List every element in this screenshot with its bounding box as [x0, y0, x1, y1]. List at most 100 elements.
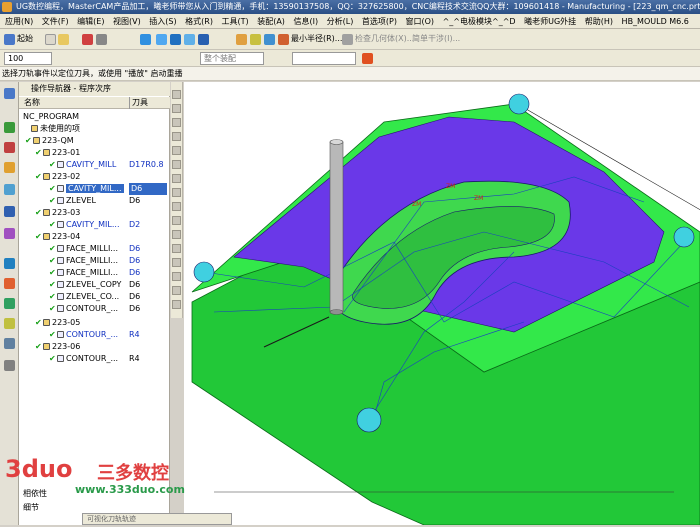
- cube-view-icon[interactable]: [156, 34, 167, 45]
- menu-hb-mould[interactable]: HB_MOULD M6.6: [619, 14, 692, 28]
- measure-icon[interactable]: [250, 34, 261, 45]
- name-column-header[interactable]: 名称: [24, 97, 40, 109]
- tree-node-group[interactable]: ✔ 223-05: [35, 317, 80, 329]
- corner-hole: [673, 226, 695, 248]
- tool-icon[interactable]: [172, 118, 181, 127]
- menu-format[interactable]: 格式(R): [182, 14, 216, 28]
- filter-select[interactable]: [292, 52, 356, 65]
- graphics-window[interactable]: ZM ZM ZM: [184, 82, 700, 526]
- tree-node-operation[interactable]: ✔ CAVITY_MILL: [49, 159, 116, 171]
- radius-icon[interactable]: [278, 34, 289, 45]
- tool-column-header[interactable]: 刀具: [129, 97, 148, 109]
- menu-insert[interactable]: 插入(S): [146, 14, 179, 28]
- tree-node-root[interactable]: NC_PROGRAM: [23, 111, 79, 123]
- tree-label: CONTOUR_...: [66, 304, 119, 313]
- tool-icon[interactable]: [172, 258, 181, 267]
- menu-file[interactable]: 文件(F): [39, 14, 72, 28]
- menu-edit[interactable]: 编辑(E): [74, 14, 107, 28]
- tool-icon[interactable]: [172, 272, 181, 281]
- assembly-scope-select[interactable]: 整个装配: [200, 52, 264, 65]
- details-panel-label[interactable]: 细节: [23, 502, 39, 513]
- tree-node-group[interactable]: ✔ 223-04: [35, 231, 80, 243]
- navigator-header: 名称 刀具: [19, 97, 170, 109]
- history-tab-icon[interactable]: [4, 228, 15, 239]
- menu-info[interactable]: 信息(I): [290, 14, 321, 28]
- tree-node-operation[interactable]: ✔ CONTOUR_...: [49, 303, 118, 315]
- undo-icon[interactable]: [82, 34, 93, 45]
- tree-node-group[interactable]: ✔ 223-01: [35, 147, 80, 159]
- part-navigator-tab-icon[interactable]: [4, 206, 15, 217]
- cut-icon[interactable]: [96, 34, 107, 45]
- tree-node-group[interactable]: ✔ 223-03: [35, 207, 80, 219]
- tool-icon[interactable]: [172, 160, 181, 169]
- analyze-icon[interactable]: [264, 34, 275, 45]
- check-geometry-icon[interactable]: [342, 34, 353, 45]
- geometry-tab-icon[interactable]: [4, 142, 15, 153]
- menu-tools[interactable]: 工具(T): [219, 14, 252, 28]
- tree-node-operation[interactable]: ✔ ZLEVEL_COPY: [49, 279, 121, 291]
- menu-electrode[interactable]: ^_^电极模块^_^D: [440, 14, 519, 28]
- snap-point-icon[interactable]: [362, 53, 373, 64]
- operation-icon: [57, 257, 64, 264]
- tool-icon[interactable]: [172, 300, 181, 309]
- start-button[interactable]: 起始: [17, 32, 33, 46]
- menu-help[interactable]: 帮助(H): [582, 14, 616, 28]
- method-tab-icon[interactable]: [4, 162, 15, 173]
- operation-navigator-tab-icon[interactable]: [4, 88, 15, 99]
- value-input[interactable]: 100: [4, 52, 52, 65]
- tool-icon[interactable]: [172, 104, 181, 113]
- tree-node-operation[interactable]: ✔ ZLEVEL_CO...: [49, 291, 119, 303]
- tree-node-unused[interactable]: 未使用的项: [31, 123, 80, 135]
- system-scenes-tab-icon[interactable]: [4, 318, 15, 329]
- min-radius-button[interactable]: 最小半径(R)...: [291, 32, 342, 46]
- machine-tool-tab-icon[interactable]: [4, 122, 15, 133]
- open-folder-icon[interactable]: [58, 34, 69, 45]
- tree-node-operation[interactable]: ✔ CONTOUR_...: [49, 329, 118, 341]
- render-style-icon[interactable]: [170, 34, 181, 45]
- simple-interference-button[interactable]: 简单干涉(I)...: [412, 32, 460, 46]
- new-file-icon[interactable]: [45, 34, 56, 45]
- menu-view[interactable]: 视图(V): [110, 14, 144, 28]
- roles-tab-icon[interactable]: [4, 298, 15, 309]
- tree-node-operation[interactable]: ✔ CONTOUR_...: [49, 353, 118, 365]
- tool-icon[interactable]: [172, 244, 181, 253]
- menu-preferences[interactable]: 首选项(P): [359, 14, 400, 28]
- tool-icon[interactable]: [172, 174, 181, 183]
- orient-view-icon[interactable]: [184, 34, 195, 45]
- assembly-tab-icon[interactable]: [4, 184, 15, 195]
- tools-tab-icon[interactable]: [4, 338, 15, 349]
- tree-node-operation[interactable]: ✔ FACE_MILLI...: [49, 267, 118, 279]
- complete-check-icon: ✔: [35, 208, 42, 217]
- palette-tab-icon[interactable]: [4, 278, 15, 289]
- tool-icon[interactable]: [172, 132, 181, 141]
- tool-icon[interactable]: [172, 202, 181, 211]
- tree-label: FACE_MILLI...: [66, 256, 119, 265]
- tree-node-operation[interactable]: ✔ ZLEVEL: [49, 195, 96, 207]
- menu-plugin[interactable]: 曦老师UG外挂: [521, 14, 579, 28]
- layer-icon[interactable]: [236, 34, 247, 45]
- tree-node-operation[interactable]: ✔ FACE_MILLI...: [49, 255, 118, 267]
- check-geometry-button[interactable]: 检查几何体(X)...: [355, 32, 414, 46]
- visualize-toolpath-tab[interactable]: 可视化刀轨轨迹: [82, 513, 232, 525]
- menu-application[interactable]: 应用(N): [2, 14, 36, 28]
- web-browser-tab-icon[interactable]: [4, 258, 15, 269]
- tool-icon[interactable]: [172, 90, 181, 99]
- menu-analysis[interactable]: 分析(L): [324, 14, 357, 28]
- tool-icon[interactable]: [172, 216, 181, 225]
- tree-node-operation-selected[interactable]: ✔ CAVITY_MIL...: [49, 183, 124, 195]
- tree-node-program[interactable]: ✔ 223-QM: [25, 135, 74, 147]
- tool-icon[interactable]: [172, 146, 181, 155]
- tree-node-group[interactable]: ✔ 223-06: [35, 341, 80, 353]
- menu-window[interactable]: 窗口(O): [403, 14, 438, 28]
- menu-assembly[interactable]: 装配(A): [254, 14, 288, 28]
- settings-tab-icon[interactable]: [4, 360, 15, 371]
- tool-icon[interactable]: [172, 230, 181, 239]
- tool-cell: D17R0.8: [129, 160, 164, 169]
- shaded-view-icon[interactable]: [140, 34, 151, 45]
- fit-view-icon[interactable]: [198, 34, 209, 45]
- tool-icon[interactable]: [172, 286, 181, 295]
- tree-node-group[interactable]: ✔ 223-02: [35, 171, 80, 183]
- tool-icon[interactable]: [172, 188, 181, 197]
- tree-node-operation[interactable]: ✔ FACE_MILLI...: [49, 243, 118, 255]
- tree-node-operation[interactable]: ✔ CAVITY_MIL...: [49, 219, 120, 231]
